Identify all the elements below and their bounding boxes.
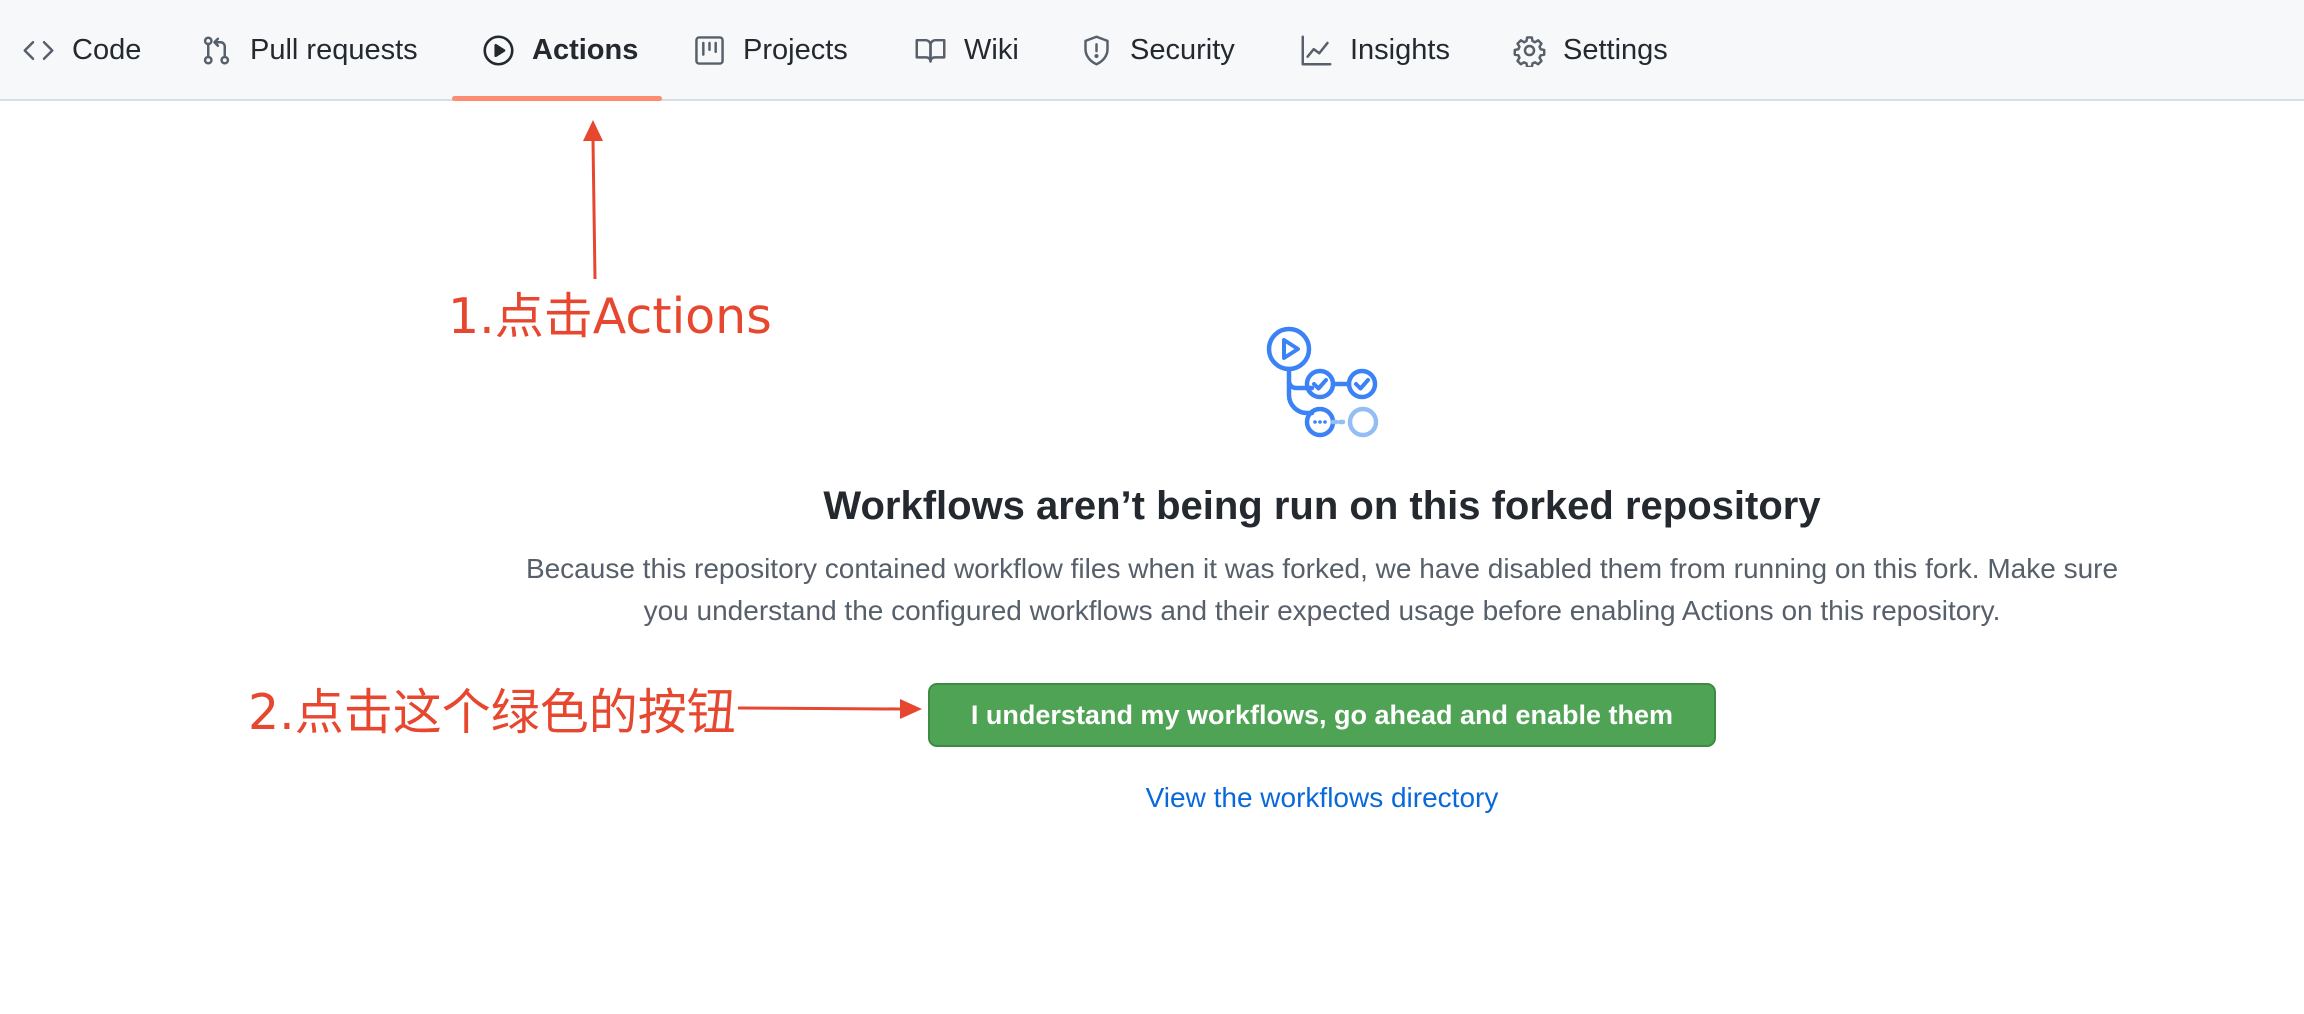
tab-actions[interactable]: Actions [482,0,638,101]
tab-code-label: Code [72,34,142,66]
tab-wiki[interactable]: Wiki [914,0,1019,101]
play-icon [482,34,515,67]
blankslate-title: Workflows aren’t being run on this forke… [823,484,1821,528]
arrow-to-actions-tab-head [583,120,603,141]
annotation-step-1: 1.点击Actions [448,288,772,345]
repo-tab-nav: Code Pull requests Actions Projects Wiki [0,0,2304,101]
tab-settings-label: Settings [1563,34,1668,66]
book-icon [914,34,947,67]
arrow-to-enable-button [737,706,901,711]
arrow-to-actions-tab [591,139,597,280]
tab-security[interactable]: Security [1080,0,1235,101]
git-pull-request-icon [200,34,233,67]
tab-projects-label: Projects [743,34,848,66]
enable-workflows-button[interactable]: I understand my workflows, go ahead and … [928,683,1716,747]
code-icon [22,34,55,67]
active-tab-indicator [452,96,662,101]
gear-icon [1513,34,1546,67]
tab-security-label: Security [1130,34,1235,66]
tab-code[interactable]: Code [22,0,141,101]
graph-icon [1300,34,1333,67]
actions-page: Code Pull requests Actions Projects Wiki [0,0,2304,1014]
tab-insights[interactable]: Insights [1300,0,1450,101]
arrow-to-enable-button-head [900,699,922,719]
tab-wiki-label: Wiki [964,34,1019,66]
annotation-step-2: 2.点击这个绿色的按钮 [248,684,736,741]
blankslate-description: Because this repository contained workfl… [525,553,2119,626]
view-workflows-directory-link[interactable]: View the workflows directory [1000,782,1644,814]
tab-projects[interactable]: Projects [693,0,848,101]
tab-settings[interactable]: Settings [1513,0,1668,101]
project-board-icon [693,34,726,67]
tab-insights-label: Insights [1350,34,1450,66]
tab-actions-label: Actions [532,34,639,66]
tab-pull-requests-label: Pull requests [250,34,418,66]
tab-pull-requests[interactable]: Pull requests [200,0,418,101]
workflow-icon [1262,322,1382,446]
shield-icon [1080,34,1113,67]
